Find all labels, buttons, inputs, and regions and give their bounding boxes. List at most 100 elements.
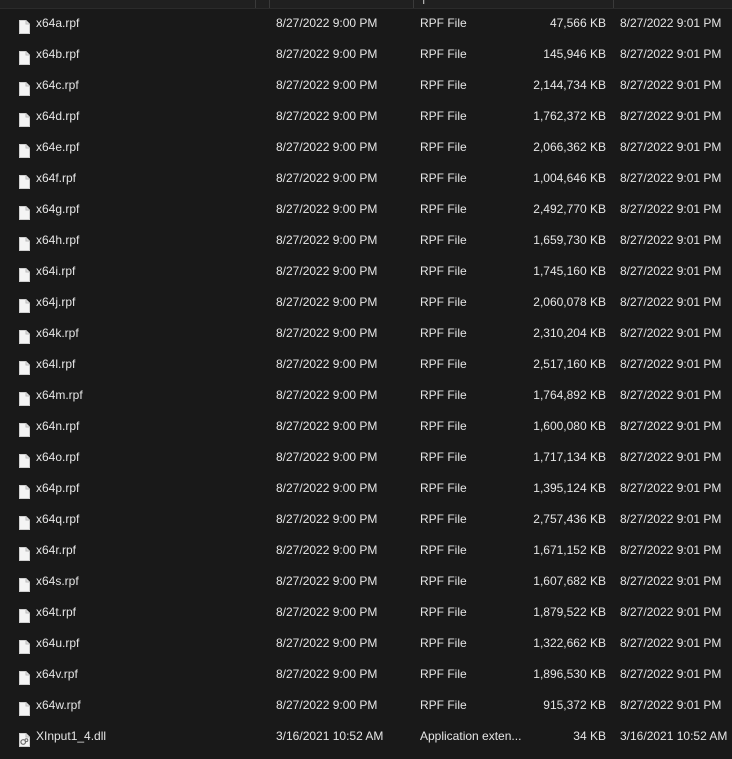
- file-size: 1,659,730 KB: [533, 233, 606, 247]
- file-size: 915,372 KB: [543, 698, 606, 712]
- file-size: 1,745,160 KB: [533, 264, 606, 278]
- date-modified: 3/16/2021 10:52 AM: [276, 729, 384, 743]
- file-row[interactable]: x64v.rpf 8/27/2022 9:00 PM RPF File 1,896,5…: [0, 659, 732, 690]
- date-created: 8/27/2022 9:01 PM: [620, 78, 722, 92]
- column-divider[interactable]: [269, 0, 270, 8]
- column-divider[interactable]: [613, 0, 614, 8]
- file-row[interactable]: x64d.rpf 8/27/2022 9:00 PM RPF File 1,762,3…: [0, 101, 732, 132]
- file-type: RPF File: [420, 326, 467, 340]
- file-icon: [19, 108, 30, 127]
- file-type: RPF File: [420, 47, 467, 61]
- file-row[interactable]: x64i.rpf 8/27/2022 9:00 PM RPF File 1,745,1…: [0, 256, 732, 287]
- file-name: x64o.rpf: [36, 450, 80, 464]
- file-row[interactable]: x64k.rpf 8/27/2022 9:00 PM RPF File 2,310,2…: [0, 318, 732, 349]
- file-row[interactable]: x64a.rpf 8/27/2022 9:00 PM RPF File 47,566 …: [0, 8, 732, 39]
- file-name: x64a.rpf: [36, 16, 80, 30]
- file-row[interactable]: XInput1_4.dll 3/16/2021 10:52 AM Applicati…: [0, 721, 732, 752]
- file-name: x64i.rpf: [36, 264, 76, 278]
- file-icon: [19, 232, 30, 251]
- date-created: 8/27/2022 9:01 PM: [620, 326, 722, 340]
- file-type: RPF File: [420, 419, 467, 433]
- file-icon: [19, 635, 30, 654]
- date-modified: 8/27/2022 9:00 PM: [276, 264, 378, 278]
- file-row[interactable]: x64q.rpf 8/27/2022 9:00 PM RPF File 2,757,4…: [0, 504, 732, 535]
- file-row[interactable]: x64f.rpf 8/27/2022 9:00 PM RPF File 1,004,6…: [0, 163, 732, 194]
- file-name: x64f.rpf: [36, 171, 77, 185]
- column-header-type[interactable]: T: [420, 0, 427, 7]
- file-row[interactable]: x64h.rpf 8/27/2022 9:00 PM RPF File 1,659,7…: [0, 225, 732, 256]
- file-icon: [19, 480, 30, 499]
- date-created: 8/27/2022 9:01 PM: [620, 171, 722, 185]
- file-size: 34 KB: [573, 729, 606, 743]
- file-name: x64q.rpf: [36, 512, 80, 526]
- file-name: x64m.rpf: [36, 388, 83, 402]
- file-size: 2,066,362 KB: [533, 140, 606, 154]
- date-created: 8/27/2022 9:01 PM: [620, 109, 722, 123]
- file-type: RPF File: [420, 140, 467, 154]
- file-name: x64g.rpf: [36, 202, 80, 216]
- file-row[interactable]: x64s.rpf 8/27/2022 9:00 PM RPF File 1,607,6…: [0, 566, 732, 597]
- date-created: 8/27/2022 9:01 PM: [620, 16, 722, 30]
- date-created: 8/27/2022 9:01 PM: [620, 419, 722, 433]
- file-row[interactable]: x64u.rpf 8/27/2022 9:00 PM RPF File 1,322,6…: [0, 628, 732, 659]
- file-size: 145,946 KB: [543, 47, 606, 61]
- file-size: 2,060,078 KB: [533, 295, 606, 309]
- file-size: 2,492,770 KB: [533, 202, 606, 216]
- date-created: 8/27/2022 9:01 PM: [620, 605, 722, 619]
- file-type: RPF File: [420, 574, 467, 588]
- file-icon: [19, 325, 30, 344]
- file-name: x64c.rpf: [36, 78, 79, 92]
- date-created: 8/27/2022 9:01 PM: [620, 636, 722, 650]
- file-icon: [19, 449, 30, 468]
- file-name: x64s.rpf: [36, 574, 79, 588]
- date-created: 8/27/2022 9:01 PM: [620, 264, 722, 278]
- date-modified: 8/27/2022 9:00 PM: [276, 295, 378, 309]
- file-row[interactable]: x64l.rpf 8/27/2022 9:00 PM RPF File 2,517,1…: [0, 349, 732, 380]
- file-row[interactable]: x64n.rpf 8/27/2022 9:00 PM RPF File 1,600,0…: [0, 411, 732, 442]
- file-row[interactable]: x64b.rpf 8/27/2022 9:00 PM RPF File 145,946…: [0, 39, 732, 70]
- file-row[interactable]: x64w.rpf 8/27/2022 9:00 PM RPF File 915,372…: [0, 690, 732, 721]
- file-icon: [19, 542, 30, 561]
- file-icon: [19, 387, 30, 406]
- file-name: x64d.rpf: [36, 109, 80, 123]
- file-row[interactable]: x64j.rpf 8/27/2022 9:00 PM RPF File 2,060,0…: [0, 287, 732, 318]
- file-list: x64a.rpf 8/27/2022 9:00 PM RPF File 47,566 …: [0, 8, 732, 752]
- date-modified: 8/27/2022 9:00 PM: [276, 47, 378, 61]
- date-created: 8/27/2022 9:01 PM: [620, 140, 722, 154]
- date-created: 8/27/2022 9:01 PM: [620, 574, 722, 588]
- file-size: 47,566 KB: [549, 16, 606, 30]
- file-icon: [19, 139, 30, 158]
- file-type: RPF File: [420, 202, 467, 216]
- file-icon: [19, 511, 30, 530]
- file-icon: [19, 46, 30, 65]
- date-created: 3/16/2021 10:52 AM: [620, 729, 728, 743]
- column-divider[interactable]: [255, 0, 256, 8]
- file-row[interactable]: x64m.rpf 8/27/2022 9:00 PM RPF File 1,764,8…: [0, 380, 732, 411]
- date-modified: 8/27/2022 9:00 PM: [276, 512, 378, 526]
- date-created: 8/27/2022 9:01 PM: [620, 357, 722, 371]
- date-created: 8/27/2022 9:01 PM: [620, 202, 722, 216]
- file-row[interactable]: x64t.rpf 8/27/2022 9:00 PM RPF File 1,879,5…: [0, 597, 732, 628]
- date-modified: 8/27/2022 9:00 PM: [276, 388, 378, 402]
- file-row[interactable]: x64r.rpf 8/27/2022 9:00 PM RPF File 1,671,1…: [0, 535, 732, 566]
- file-type: RPF File: [420, 543, 467, 557]
- file-type: RPF File: [420, 388, 467, 402]
- file-row[interactable]: x64p.rpf 8/27/2022 9:00 PM RPF File 1,395,1…: [0, 473, 732, 504]
- file-icon: [19, 697, 30, 716]
- file-type: RPF File: [420, 78, 467, 92]
- file-type: RPF File: [420, 295, 467, 309]
- file-row[interactable]: x64o.rpf 8/27/2022 9:00 PM RPF File 1,717,1…: [0, 442, 732, 473]
- file-row[interactable]: x64g.rpf 8/27/2022 9:00 PM RPF File 2,492,7…: [0, 194, 732, 225]
- column-divider[interactable]: [413, 0, 414, 8]
- file-row[interactable]: x64c.rpf 8/27/2022 9:00 PM RPF File 2,144,7…: [0, 70, 732, 101]
- date-modified: 8/27/2022 9:00 PM: [276, 698, 378, 712]
- date-modified: 8/27/2022 9:00 PM: [276, 450, 378, 464]
- file-name: x64k.rpf: [36, 326, 79, 340]
- file-type: RPF File: [420, 450, 467, 464]
- file-size: 1,322,662 KB: [533, 636, 606, 650]
- date-modified: 8/27/2022 9:00 PM: [276, 543, 378, 557]
- date-modified: 8/27/2022 9:00 PM: [276, 574, 378, 588]
- file-icon: [19, 418, 30, 437]
- date-created: 8/27/2022 9:01 PM: [620, 47, 722, 61]
- file-row[interactable]: x64e.rpf 8/27/2022 9:00 PM RPF File 2,066,3…: [0, 132, 732, 163]
